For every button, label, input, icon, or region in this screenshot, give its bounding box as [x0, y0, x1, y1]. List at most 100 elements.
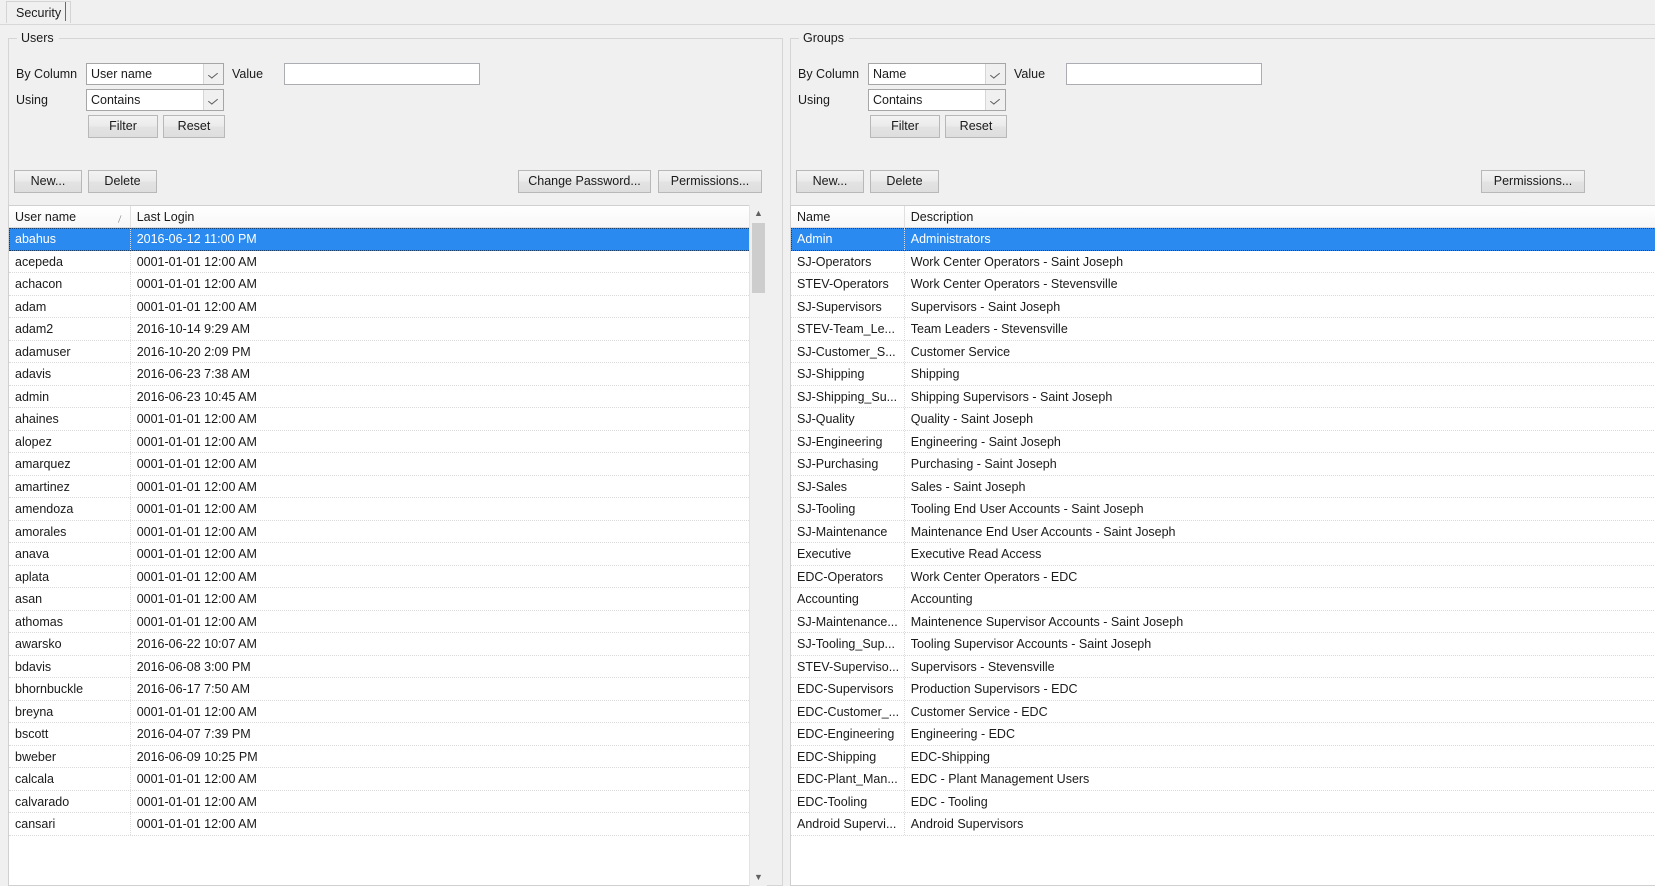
users-filter-button[interactable]: Filter	[88, 115, 158, 138]
users-table-row[interactable]: athomas 0001-01-01 12:00 AM	[9, 610, 765, 633]
tab-security[interactable]: Security	[6, 1, 72, 23]
groups-new-button[interactable]: New...	[796, 170, 864, 193]
chevron-up-icon[interactable]: ▲	[750, 205, 767, 222]
users-by-column-value: User name	[91, 67, 153, 81]
users-table-row[interactable]: asan 0001-01-01 12:00 AM	[9, 588, 765, 611]
chevron-down-icon[interactable]	[203, 64, 223, 84]
users-table-row-cell: 2016-04-07 7:39 PM	[136, 727, 251, 741]
groups-table-row-cell: Production Supervisors - EDC	[910, 682, 1078, 696]
tab-strip: Security	[0, 0, 1655, 25]
groups-column-header-name[interactable]: Name	[791, 206, 905, 227]
users-table-row-cell: 0001-01-01 12:00 AM	[136, 524, 257, 539]
groups-filter-button[interactable]: Filter	[870, 115, 940, 138]
users-change-password-button[interactable]: Change Password...	[518, 170, 651, 193]
groups-table-row[interactable]: EDC-Tooling EDC - Tooling	[791, 790, 1655, 813]
groups-table-row[interactable]: STEV-Superviso... Supervisors - Stevensvi…	[791, 655, 1655, 678]
groups-list[interactable]: Name Description Admin Administrators SJ-O…	[790, 205, 1655, 886]
groups-table-row[interactable]: SJ-Shipping_Su... Shipping Supervisors - …	[791, 385, 1655, 408]
groups-permissions-button[interactable]: Permissions...	[1481, 170, 1585, 193]
sort-ascending-icon: /	[117, 213, 122, 227]
groups-table-row[interactable]: SJ-Maintenance Maintenance End User Accou…	[791, 520, 1655, 543]
groups-table-row[interactable]: SJ-Supervisors Supervisors - Saint Joseph	[791, 295, 1655, 318]
users-list-header: User name / Last Login	[9, 206, 765, 228]
users-table-row-cell: 0001-01-01 12:00 AM	[136, 434, 257, 449]
users-table-row[interactable]: bscott 2016-04-07 7:39 PM	[9, 723, 765, 746]
groups-table-row-cell: STEV-Superviso...	[791, 655, 905, 677]
groups-table-row[interactable]: SJ-Tooling_Sup... Tooling Supervisor Acco…	[791, 633, 1655, 656]
users-table-row[interactable]: cansari 0001-01-01 12:00 AM	[9, 813, 765, 836]
groups-table-row[interactable]: SJ-Shipping Shipping	[791, 363, 1655, 386]
groups-table-row[interactable]: SJ-Sales Sales - Saint Joseph	[791, 475, 1655, 498]
groups-column-header-description[interactable]: Description	[904, 206, 1655, 227]
users-list-scrollbar[interactable]: ▲ ▼	[749, 205, 767, 886]
users-table-row[interactable]: alopez 0001-01-01 12:00 AM	[9, 430, 765, 453]
users-reset-button[interactable]: Reset	[163, 115, 225, 138]
groups-table-row[interactable]: Android Supervi... Android Supervisors	[791, 813, 1655, 836]
users-by-column-select[interactable]: User name	[86, 63, 224, 85]
users-list[interactable]: User name / Last Login abahus 2016-06-12 …	[8, 205, 766, 886]
users-table-row[interactable]: acepeda 0001-01-01 12:00 AM	[9, 250, 765, 273]
users-table-row[interactable]: adavis 2016-06-23 7:38 AM	[9, 363, 765, 386]
groups-table-row[interactable]: SJ-Operators Work Center Operators - Sain…	[791, 250, 1655, 273]
groups-reset-button[interactable]: Reset	[945, 115, 1007, 138]
chevron-down-icon[interactable]	[203, 90, 223, 110]
users-table-row[interactable]: calvarado 0001-01-01 12:00 AM	[9, 790, 765, 813]
users-table-row[interactable]: abahus 2016-06-12 11:00 PM	[9, 228, 765, 251]
users-table-row[interactable]: amarquez 0001-01-01 12:00 AM	[9, 453, 765, 476]
users-table-row[interactable]: admin 2016-06-23 10:45 AM	[9, 385, 765, 408]
users-table-row[interactable]: adam 0001-01-01 12:00 AM	[9, 295, 765, 318]
users-scrollbar-thumb[interactable]	[752, 223, 765, 293]
groups-table-row[interactable]: EDC-Engineering Engineering - EDC	[791, 723, 1655, 746]
groups-value-input[interactable]	[1066, 63, 1262, 85]
users-table-row[interactable]: ahaines 0001-01-01 12:00 AM	[9, 408, 765, 431]
users-column-header-user-name[interactable]: User name /	[9, 206, 131, 227]
groups-by-column-select[interactable]: Name	[868, 63, 1006, 85]
users-table-row[interactable]: amendoza 0001-01-01 12:00 AM	[9, 498, 765, 521]
users-column-header-last-login[interactable]: Last Login	[130, 206, 765, 227]
groups-table-row[interactable]: Accounting Accounting	[791, 588, 1655, 611]
groups-table-row[interactable]: SJ-Quality Quality - Saint Joseph	[791, 408, 1655, 431]
users-table-row[interactable]: adamuser 2016-10-20 2:09 PM	[9, 340, 765, 363]
groups-table-row[interactable]: SJ-Tooling Tooling End User Accounts - Sa…	[791, 498, 1655, 521]
users-table-row[interactable]: amorales 0001-01-01 12:00 AM	[9, 520, 765, 543]
chevron-down-icon[interactable]	[985, 64, 1005, 84]
groups-table-row[interactable]: EDC-Operators Work Center Operators - EDC	[791, 565, 1655, 588]
users-permissions-button[interactable]: Permissions...	[658, 170, 762, 193]
groups-table-row[interactable]: EDC-Plant_Man... EDC - Plant Management U…	[791, 768, 1655, 791]
groups-table-row[interactable]: Executive Executive Read Access	[791, 543, 1655, 566]
users-table-row[interactable]: calcala 0001-01-01 12:00 AM	[9, 768, 765, 791]
users-table-row-cell: 2016-10-20 2:09 PM	[136, 344, 251, 359]
groups-using-select[interactable]: Contains	[868, 89, 1006, 111]
users-table-row[interactable]: awarsko 2016-06-22 10:07 AM	[9, 633, 765, 656]
users-table-row[interactable]: amartinez 0001-01-01 12:00 AM	[9, 475, 765, 498]
users-delete-button[interactable]: Delete	[88, 170, 157, 193]
chevron-down-icon[interactable]	[985, 90, 1005, 110]
chevron-down-icon[interactable]: ▼	[750, 869, 767, 886]
users-using-select[interactable]: Contains	[86, 89, 224, 111]
users-table-row[interactable]: achacon 0001-01-01 12:00 AM	[9, 273, 765, 296]
users-table-row[interactable]: bweber 2016-06-09 10:25 PM	[9, 745, 765, 768]
users-table-row[interactable]: aplata 0001-01-01 12:00 AM	[9, 565, 765, 588]
users-table-row[interactable]: anava 0001-01-01 12:00 AM	[9, 543, 765, 566]
groups-table-row[interactable]: SJ-Customer_S... Customer Service	[791, 340, 1655, 363]
groups-table-row[interactable]: Admin Administrators	[791, 228, 1655, 251]
users-table-row[interactable]: adam2 2016-10-14 9:29 AM	[9, 318, 765, 341]
groups-table-row[interactable]: SJ-Purchasing Purchasing - Saint Joseph	[791, 453, 1655, 476]
groups-table-row[interactable]: SJ-Engineering Engineering - Saint Joseph	[791, 430, 1655, 453]
users-table-row-cell: 2016-10-14 9:29 AM	[136, 322, 250, 336]
groups-table-row[interactable]: EDC-Customer_... Customer Service - EDC	[791, 700, 1655, 723]
groups-delete-button[interactable]: Delete	[870, 170, 939, 193]
groups-table-row[interactable]: EDC-Shipping EDC-Shipping	[791, 745, 1655, 768]
users-value-input[interactable]	[284, 63, 480, 85]
groups-table-row[interactable]: STEV-Team_Le... Team Leaders - Stevensvil…	[791, 318, 1655, 341]
users-table-row[interactable]: bhornbuckle 2016-06-17 7:50 AM	[9, 678, 765, 701]
groups-table-row[interactable]: STEV-Operators Work Center Operators - St…	[791, 273, 1655, 296]
groups-by-column-value: Name	[873, 67, 907, 81]
users-table-row-cell: bweber	[9, 745, 131, 767]
users-new-button[interactable]: New...	[14, 170, 82, 193]
groups-table-row[interactable]: EDC-Supervisors Production Supervisors - …	[791, 678, 1655, 701]
users-table-row[interactable]: bdavis 2016-06-08 3:00 PM	[9, 655, 765, 678]
users-table-row[interactable]: breyna 0001-01-01 12:00 AM	[9, 700, 765, 723]
groups-using-label: Using	[798, 93, 830, 107]
groups-table-row[interactable]: SJ-Maintenance... Maintenence Supervisor …	[791, 610, 1655, 633]
